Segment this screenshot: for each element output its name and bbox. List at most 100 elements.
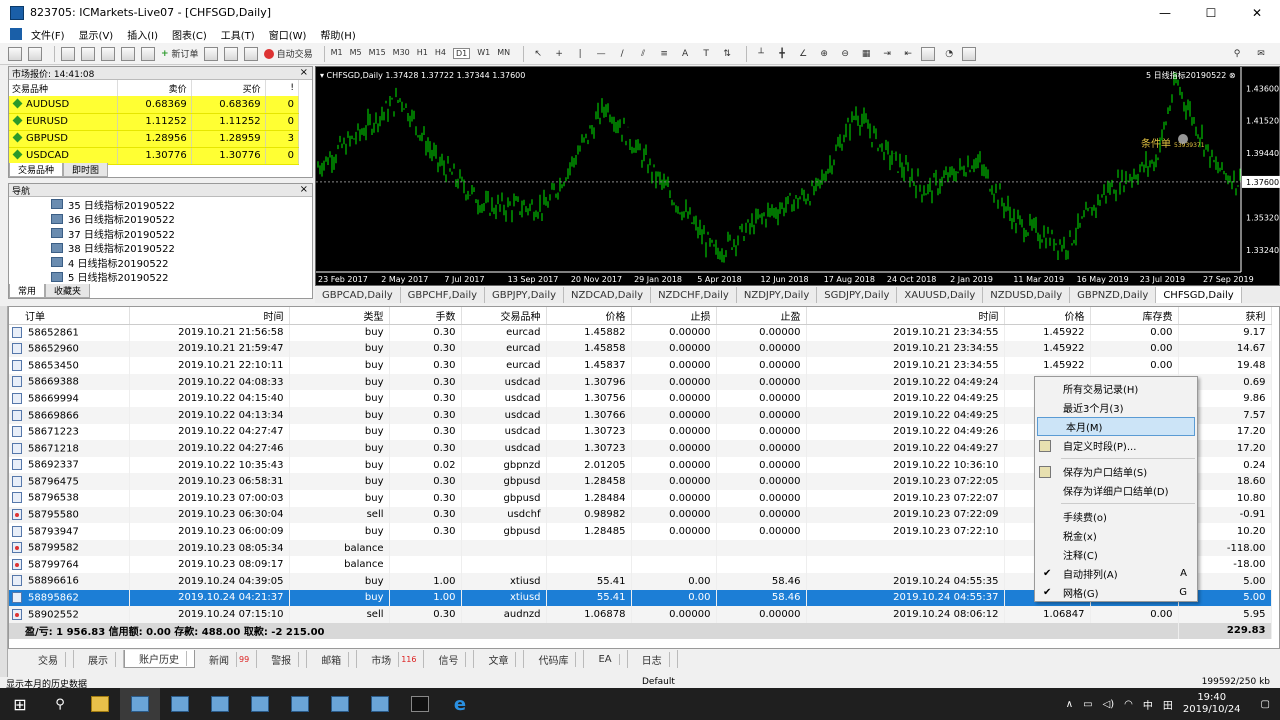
chart-tab[interactable]: GBPCHF,Daily [401, 287, 486, 303]
mt4-taskbar-icon[interactable] [360, 688, 400, 720]
network-icon[interactable]: ▭ [1083, 699, 1092, 710]
terminal-icon[interactable] [121, 46, 135, 61]
timeframe-h4-button[interactable]: H4 [435, 48, 446, 59]
line-chart-icon[interactable]: ∠ [795, 46, 811, 62]
volume-icon[interactable]: ◁) [1103, 699, 1115, 710]
history-row[interactable]: 58652960 2019.10.21 21:59:47 buy 0.30 eurcad… [9, 340, 1272, 358]
chat-icon[interactable]: ✉ [1253, 46, 1269, 62]
bar-chart-icon[interactable]: ┴ [753, 46, 769, 62]
column-header[interactable]: 交易品种 [9, 80, 118, 96]
autoscroll-icon[interactable]: ⇥ [879, 46, 895, 62]
shift-icon[interactable]: ⇤ [900, 46, 916, 62]
terminal-tab[interactable]: 交易 [24, 650, 74, 668]
column-header[interactable]: 获利 [1178, 307, 1272, 325]
column-header[interactable]: 止盈 [716, 307, 807, 325]
navigator-icon[interactable] [101, 46, 115, 61]
terminal-tab[interactable]: 文章 [474, 650, 525, 668]
mt4-taskbar-icon[interactable] [240, 688, 280, 720]
column-header[interactable]: 时间 [806, 307, 1005, 325]
globe-icon[interactable] [243, 46, 258, 61]
market-watch-icon[interactable] [61, 46, 75, 61]
timeframe-h1-button[interactable]: H1 [417, 48, 428, 59]
symbol-row[interactable]: EURUSD 1.11252 1.11252 0 [9, 113, 300, 131]
terminal-tab[interactable]: 市场 116 [357, 650, 425, 668]
timeframe-m5-button[interactable]: M5 [350, 48, 362, 59]
chart-tab[interactable]: NZDUSD,Daily [983, 287, 1071, 303]
chart-tab[interactable]: GBPCAD,Daily [315, 287, 401, 303]
profiles-icon[interactable] [28, 46, 42, 61]
context-menu-item[interactable]: ✔ 自动排列(A) A [1035, 564, 1197, 583]
close-icon[interactable]: × [300, 184, 308, 195]
chart-tab[interactable]: GBPJPY,Daily [485, 287, 565, 303]
terminal-tab[interactable]: 日志 [628, 650, 678, 668]
column-header[interactable]: 止损 [631, 307, 717, 325]
notification-icon[interactable]: ▢ [1261, 699, 1270, 710]
terminal-tab[interactable]: 代码库 [524, 650, 585, 668]
chart-tab[interactable]: NZDCHF,Daily [651, 287, 737, 303]
period-icon[interactable]: ◔ [941, 46, 957, 62]
channel-icon[interactable]: ⫽ [635, 46, 651, 62]
timeframe-w1-button[interactable]: W1 [477, 48, 490, 59]
context-menu-item[interactable]: 保存为户口结单(S) [1035, 462, 1197, 481]
mt4-taskbar-icon[interactable] [320, 688, 360, 720]
metaeditor-icon[interactable] [203, 46, 218, 61]
mt4-taskbar-icon[interactable] [120, 688, 160, 720]
context-menu-item[interactable]: 保存为详细户口结单(D) [1035, 481, 1197, 500]
navigator-item[interactable]: 37 日线指标20190522 [9, 226, 312, 241]
horizontal-line-icon[interactable]: — [593, 46, 609, 62]
menu-item[interactable]: 帮助(H) [313, 27, 362, 42]
menu-item[interactable]: 图表(C) [165, 27, 214, 42]
chart-tab[interactable]: XAUUSD,Daily [897, 287, 984, 303]
candles-icon[interactable]: ╋ [774, 46, 790, 62]
ime-mode-icon[interactable]: 田 [1163, 697, 1173, 712]
chart-tab[interactable]: NZDCAD,Daily [564, 287, 652, 303]
mt4-taskbar-icon[interactable] [280, 688, 320, 720]
new-order-button[interactable]: + 新订单 [161, 46, 199, 62]
stock-app-icon[interactable] [400, 688, 440, 720]
navigator-item[interactable]: 36 日线指标20190522 [9, 212, 312, 226]
clock[interactable]: 19:40 2019/10/24 [1183, 692, 1251, 716]
tab-tick-chart[interactable]: 即时图 [63, 163, 109, 177]
search-icon[interactable]: ⚲ [40, 688, 80, 720]
navigator-item[interactable]: 5 日线指标20190522 [9, 270, 312, 283]
timeframe-m30-button[interactable]: M30 [393, 48, 410, 59]
column-header[interactable]: 买价 [191, 80, 266, 96]
context-menu-item[interactable]: 所有交易记录(H) [1035, 379, 1197, 398]
tile-icon[interactable]: ▦ [858, 46, 874, 62]
column-header[interactable]: 价格 [546, 307, 632, 325]
data-window-icon[interactable] [81, 46, 95, 61]
timeframe-m1-button[interactable]: M1 [331, 48, 343, 59]
tester-icon[interactable] [141, 46, 155, 61]
terminal-tab[interactable]: 新闻 99 [195, 650, 258, 668]
trendline-icon[interactable]: / [614, 46, 630, 62]
tab-symbols[interactable]: 交易品种 [9, 163, 64, 177]
chart-tab[interactable]: SGDJPY,Daily [817, 287, 898, 303]
terminal-tab[interactable]: 信号 [424, 650, 475, 668]
column-header[interactable]: 交易品种 [461, 307, 547, 325]
timeframe-m15-button[interactable]: M15 [369, 48, 386, 59]
terminal-tab[interactable]: EA [584, 650, 628, 668]
zoom-in-icon[interactable]: ⊕ [816, 46, 832, 62]
edge-icon[interactable]: e [440, 688, 480, 720]
menu-item[interactable]: 显示(V) [72, 27, 121, 42]
chart-tab[interactable]: CHFSGD,Daily [1156, 287, 1242, 303]
column-header[interactable]: 库存费 [1090, 307, 1179, 325]
start-icon[interactable]: ⊞ [0, 688, 40, 720]
tab-favorites[interactable]: 收藏夹 [45, 284, 91, 298]
chart-tab[interactable]: NZDJPY,Daily [737, 287, 818, 303]
column-header[interactable]: 价格 [1004, 307, 1091, 325]
context-menu-item[interactable]: 注释(C) [1035, 545, 1197, 564]
zoom-out-icon[interactable]: ⊖ [837, 46, 853, 62]
vps-icon[interactable] [223, 46, 238, 61]
close-button[interactable]: ✕ [1234, 0, 1280, 25]
context-menu-item[interactable]: ✔ 网格(G) G [1035, 583, 1197, 602]
symbol-row[interactable]: AUDUSD 0.68369 0.68369 0 [9, 96, 300, 114]
maximize-button[interactable]: ☐ [1188, 0, 1234, 25]
menu-item[interactable]: 工具(T) [214, 27, 262, 42]
search-icon[interactable]: ⚲ [1229, 46, 1245, 62]
mt4-taskbar-icon[interactable] [200, 688, 240, 720]
column-header[interactable]: 手数 [389, 307, 462, 325]
symbol-row[interactable]: GBPUSD 1.28956 1.28959 3 [9, 130, 300, 148]
vertical-line-icon[interactable]: | [572, 46, 588, 62]
history-row[interactable]: 58652861 2019.10.21 21:56:58 buy 0.30 eurcad… [9, 324, 1272, 341]
